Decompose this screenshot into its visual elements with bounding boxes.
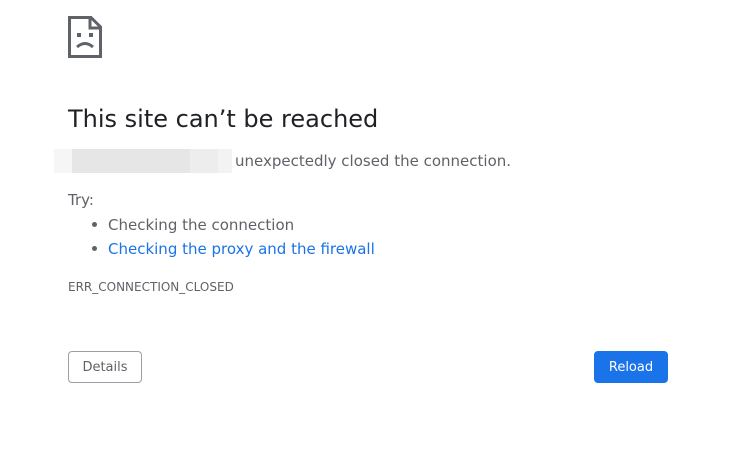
- proxy-firewall-link[interactable]: Checking the proxy and the firewall: [108, 240, 375, 258]
- error-message-text: unexpectedly closed the connection.: [235, 152, 512, 170]
- redacted-hostname: [54, 149, 232, 173]
- suggestion-item-proxy-firewall: Checking the proxy and the firewall: [90, 237, 375, 261]
- page-title: This site can’t be reached: [68, 105, 379, 133]
- error-code: ERR_CONNECTION_CLOSED: [68, 280, 234, 294]
- sad-page-icon: [68, 16, 102, 58]
- reload-button[interactable]: Reload: [594, 351, 668, 383]
- error-page: This site can’t be reached unexpectedly …: [0, 0, 731, 461]
- suggestion-label: Checking the connection: [108, 216, 295, 234]
- bullet-icon: [92, 222, 97, 227]
- suggestion-list: Checking the connection Checking the pro…: [90, 213, 375, 261]
- suggestion-item-connection: Checking the connection: [90, 213, 375, 237]
- error-message: unexpectedly closed the connection.: [54, 149, 511, 173]
- details-button[interactable]: Details: [68, 351, 142, 383]
- bullet-icon: [92, 246, 97, 251]
- try-label: Try:: [68, 191, 94, 209]
